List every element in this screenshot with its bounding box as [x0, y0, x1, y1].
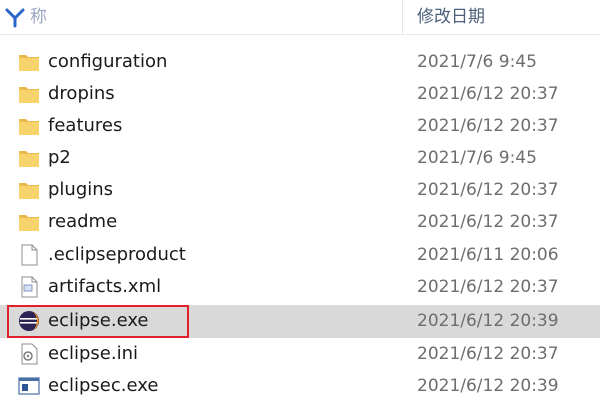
file-date: 2021/6/11 20:06	[417, 245, 559, 265]
xml-file-icon	[21, 276, 38, 298]
file-date: 2021/6/12 20:37	[417, 84, 559, 104]
file-name: dropins	[48, 83, 115, 104]
folder-icon	[19, 151, 39, 167]
column-divider[interactable]	[402, 0, 403, 34]
file-date: 2021/6/12 20:37	[417, 180, 559, 200]
file-row[interactable]: artifacts.xml 2021/6/12 20:37	[0, 271, 600, 303]
folder-icon	[19, 119, 39, 135]
folder-icon	[19, 55, 39, 71]
file-explorer-list: 称 修改日期 configuration 2021/7/6 9:45 dropi…	[0, 0, 600, 419]
file-row[interactable]: plugins 2021/6/12 20:37	[0, 174, 600, 206]
file-row[interactable]: p2 2021/7/6 9:45	[0, 142, 600, 174]
file-name: eclipsec.exe	[48, 375, 159, 396]
file-date: 2021/6/12 20:37	[417, 116, 559, 136]
file-row[interactable]: eclipse.ini 2021/6/12 20:37	[0, 338, 600, 370]
column-header: 称 修改日期	[0, 0, 600, 35]
column-name-header[interactable]: 称	[0, 0, 400, 34]
file-row[interactable]: configuration 2021/7/6 9:45	[0, 46, 600, 78]
console-app-icon	[18, 377, 40, 395]
file-name: plugins	[48, 179, 114, 200]
file-name: configuration	[48, 51, 168, 72]
folder-icon	[19, 87, 39, 103]
file-name: eclipse.ini	[48, 343, 138, 364]
column-name-label: 称	[30, 7, 47, 27]
settings-file-icon	[21, 343, 38, 365]
file-row[interactable]: .eclipseproduct 2021/6/11 20:06	[0, 239, 600, 271]
file-date: 2021/7/6 9:45	[417, 52, 537, 72]
column-date-header[interactable]: 修改日期	[417, 0, 485, 34]
file-date: 2021/6/12 20:39	[417, 376, 559, 396]
eclipse-icon	[19, 311, 39, 331]
file-name: .eclipseproduct	[48, 244, 186, 265]
file-name: features	[48, 115, 123, 136]
file-row[interactable]: readme 2021/6/12 20:37	[0, 206, 600, 238]
file-date: 2021/6/12 20:37	[417, 212, 559, 232]
file-date: 2021/6/12 20:39	[417, 311, 559, 331]
file-row[interactable]: features 2021/6/12 20:37	[0, 110, 600, 142]
file-date: 2021/6/12 20:37	[417, 277, 559, 297]
file-row-selected[interactable]: eclipse.exe 2021/6/12 20:39	[0, 305, 600, 338]
file-name: readme	[48, 211, 118, 232]
folder-icon	[19, 215, 39, 231]
file-row[interactable]: dropins 2021/6/12 20:37	[0, 78, 600, 110]
folder-icon	[19, 183, 39, 199]
file-row[interactable]: eclipsec.exe 2021/6/12 20:39	[0, 370, 600, 402]
file-date: 2021/7/6 9:45	[417, 148, 537, 168]
file-date: 2021/6/12 20:37	[417, 344, 559, 364]
file-name: p2	[48, 147, 71, 168]
file-name: artifacts.xml	[48, 276, 162, 297]
file-name: eclipse.exe	[48, 310, 149, 331]
file-icon	[21, 244, 38, 266]
